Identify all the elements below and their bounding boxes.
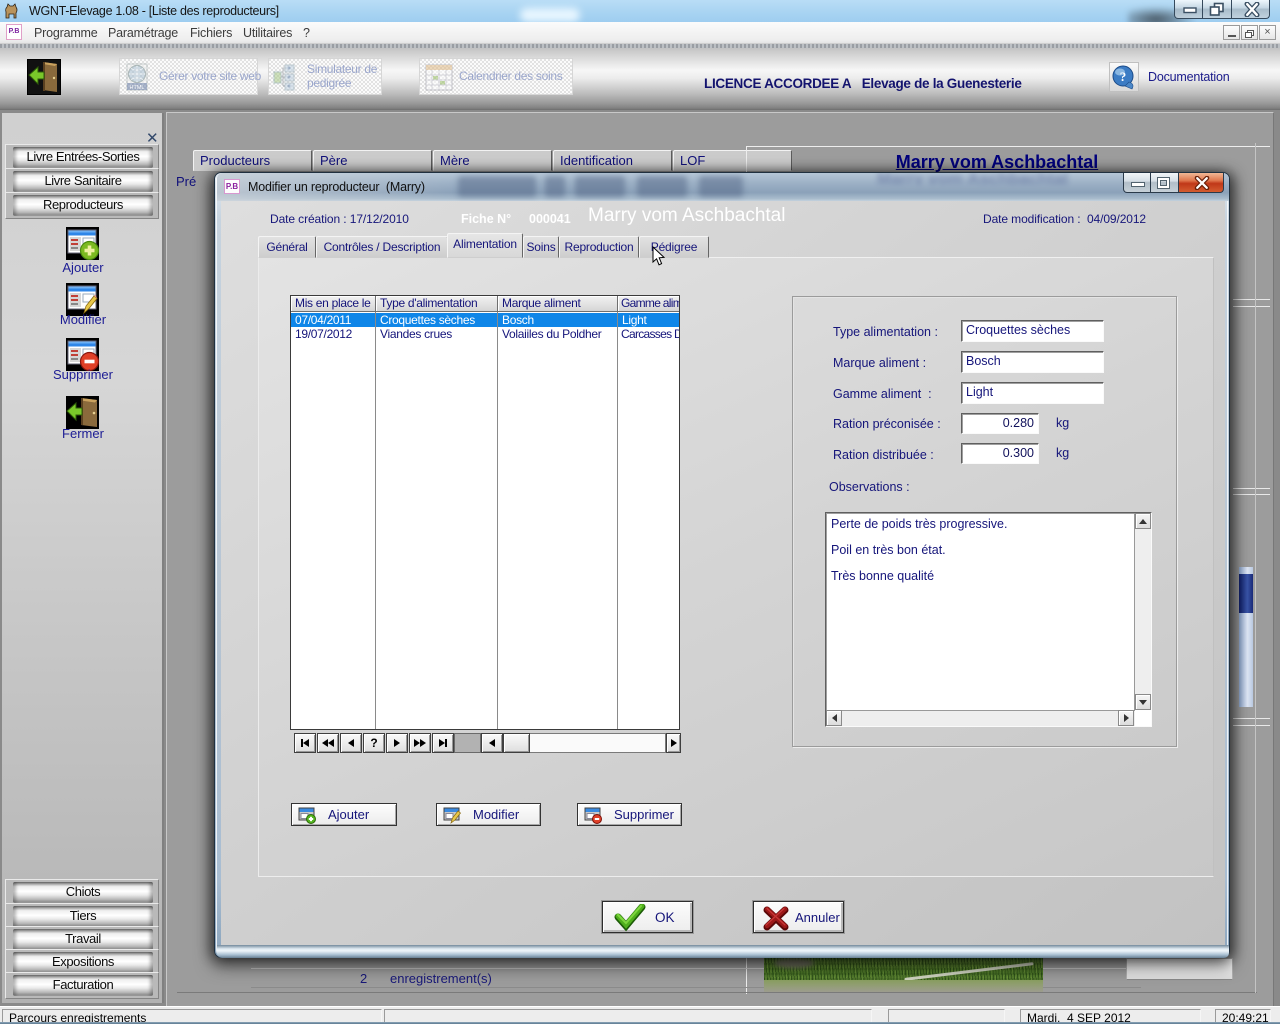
svg-text:HTML: HTML (130, 85, 145, 91)
svg-text:?: ? (1120, 69, 1127, 84)
